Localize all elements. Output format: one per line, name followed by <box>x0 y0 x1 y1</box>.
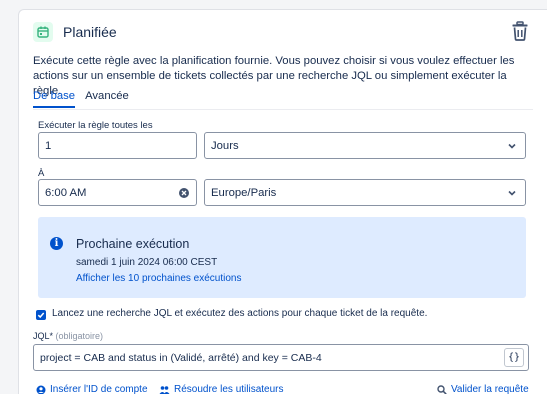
time-value: 6:00 AM <box>45 186 87 199</box>
tab-basic[interactable]: De base <box>33 90 76 108</box>
interval-value: 1 <box>45 139 52 152</box>
jql-input[interactable]: project = CAB and status in (Validé, arr… <box>33 344 529 371</box>
calendar-icon <box>33 22 53 42</box>
time-input[interactable]: 6:00 AM <box>38 179 197 206</box>
users-icon <box>159 385 170 394</box>
jql-required-hint: (obligatoire) <box>55 331 104 341</box>
braces-icon[interactable]: {} <box>504 348 524 367</box>
info-icon: i <box>50 237 63 250</box>
panel-header: Planifiée <box>33 22 117 42</box>
interval-unit-value: Jours <box>211 139 239 152</box>
show-next-runs-link[interactable]: Afficher les 10 prochaines exécutions <box>76 273 241 284</box>
tab-advanced[interactable]: Avancée <box>85 90 129 108</box>
chevron-down-icon <box>508 143 516 149</box>
next-run-panel: i Prochaine exécution samedi 1 juin 2024… <box>38 217 526 298</box>
panel-title: Planifiée <box>63 24 117 40</box>
timezone-value: Europe/Paris <box>211 186 277 199</box>
trigger-panel: Planifiée Exécute cette règle avec la pl… <box>18 9 547 394</box>
interval-label: Exécuter la règle toutes les <box>38 120 153 131</box>
timezone-select[interactable]: Europe/Paris <box>204 179 526 206</box>
resolve-users-label: Résoudre les utilisateurs <box>174 384 284 394</box>
trash-icon[interactable] <box>511 21 529 41</box>
jql-label-text: JQL* <box>33 331 54 341</box>
jql-checkbox[interactable] <box>36 310 46 320</box>
resolve-users-button[interactable]: Résoudre les utilisateurs <box>159 384 284 394</box>
time-label: À <box>38 168 45 179</box>
user-circle-icon <box>36 385 46 394</box>
interval-input[interactable]: 1 <box>38 132 197 159</box>
clear-icon[interactable] <box>179 188 189 198</box>
tab-bar: De base Avancée <box>33 90 139 108</box>
insert-account-id-label: Insérer l'ID de compte <box>50 384 148 394</box>
tab-divider <box>33 109 533 110</box>
validate-query-label: Valider la requête <box>451 384 529 394</box>
next-run-date: samedi 1 juin 2024 06:00 CEST <box>76 257 218 268</box>
validate-query-button[interactable]: Valider la requête <box>437 384 529 394</box>
search-icon <box>437 384 447 394</box>
chevron-down-icon <box>508 190 516 196</box>
insert-account-id-button[interactable]: Insérer l'ID de compte <box>36 384 148 394</box>
jql-value: project = CAB and status in (Validé, arr… <box>40 351 322 364</box>
jql-checkbox-label: Lancez une recherche JQL et exécutez des… <box>52 308 428 319</box>
interval-unit-select[interactable]: Jours <box>204 132 526 159</box>
next-run-title: Prochaine exécution <box>76 237 190 251</box>
jql-label: JQL* (obligatoire) <box>33 331 103 341</box>
